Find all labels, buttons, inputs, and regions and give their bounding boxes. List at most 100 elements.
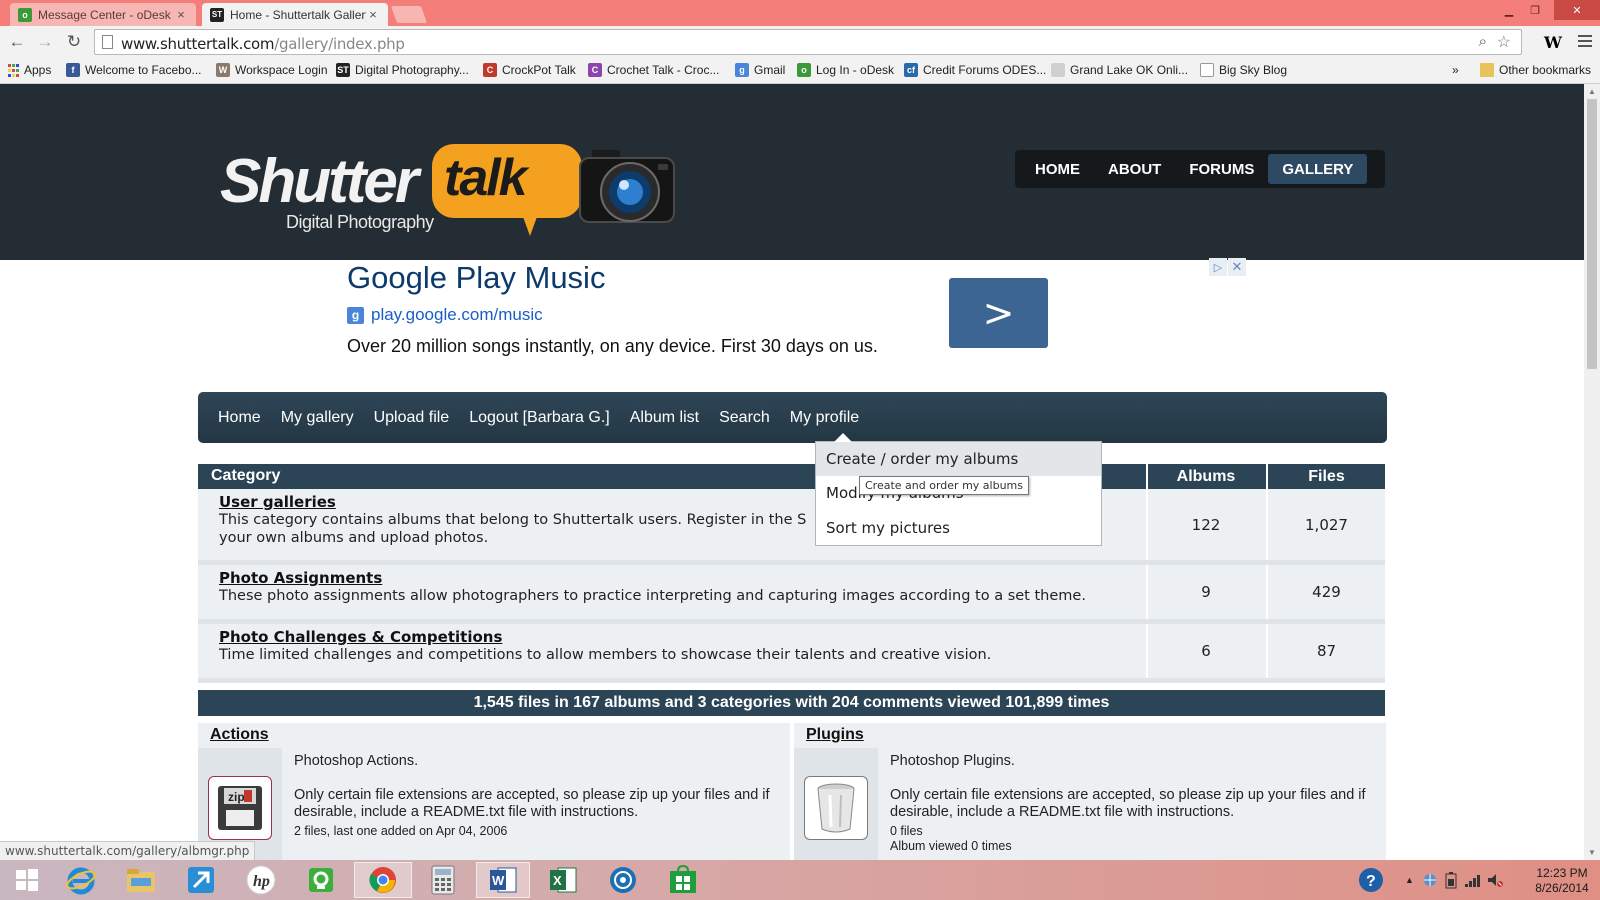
page-icon — [1051, 63, 1065, 77]
taskbar-clock[interactable]: 12:23 PM 8/26/2014 — [1527, 866, 1597, 896]
close-window-icon[interactable]: ✕ — [1554, 0, 1600, 20]
forward-arrow-icon[interactable]: → — [34, 31, 56, 53]
bookmark-item[interactable]: o Log In - oDesk — [797, 63, 894, 77]
wikipedia-extension-icon[interactable]: W — [1544, 33, 1562, 52]
category-description: Time limited challenges and competitions… — [219, 647, 992, 663]
chrome-icon[interactable] — [354, 862, 412, 898]
file-count: 1,027 — [1266, 489, 1385, 560]
album-view-count: Album viewed 0 times — [890, 839, 1012, 853]
show-hidden-icons-icon[interactable]: ▲ — [1405, 860, 1414, 900]
gallery-nav-logout[interactable]: Logout [Barbara G.] — [459, 409, 620, 427]
top-nav-home[interactable]: HOME — [1021, 154, 1094, 184]
album-title-plugins[interactable]: Plugins — [806, 726, 864, 744]
ad-close-icon[interactable]: ✕ — [1228, 258, 1246, 276]
bookmark-item[interactable]: Grand Lake OK Onli... — [1051, 63, 1188, 77]
file-count: 87 — [1266, 624, 1385, 678]
gallery-nav-my-gallery[interactable]: My gallery — [271, 409, 364, 427]
network-share-icon[interactable] — [1422, 860, 1438, 900]
bookmark-item[interactable]: f Welcome to Facebo... — [66, 63, 202, 77]
gallery-nav-upload-file[interactable]: Upload file — [364, 409, 460, 427]
other-bookmarks-folder[interactable]: Other bookmarks — [1480, 63, 1591, 77]
top-nav-forums[interactable]: FORUMS — [1175, 154, 1268, 184]
table-row: Photo Challenges & Competitions Time lim… — [198, 624, 1385, 683]
bookmark-item[interactable]: C CrockPot Talk — [483, 63, 576, 77]
bookmark-item[interactable]: C Crochet Talk - Croc... — [588, 63, 719, 77]
menu-item-create-order-albums[interactable]: Create / order my albums — [816, 442, 1101, 476]
chrome-menu-icon[interactable] — [1578, 35, 1592, 50]
svg-text:X: X — [553, 873, 562, 888]
word-icon[interactable]: W — [476, 862, 530, 898]
scrollbar-thumb[interactable] — [1587, 99, 1597, 369]
internet-explorer-icon[interactable] — [54, 862, 108, 898]
album-description: Photoshop Actions. — [294, 753, 419, 769]
bookmark-label: Grand Lake OK Onli... — [1070, 63, 1189, 77]
bookmarks-bar: Apps f Welcome to Facebo... W Workspace Log… — [0, 58, 1600, 84]
folder-icon — [1480, 63, 1494, 77]
back-arrow-icon[interactable]: ← — [6, 31, 28, 53]
hp-icon[interactable]: hp — [234, 862, 288, 898]
ad-url-row[interactable]: g play.google.com/music — [347, 305, 543, 325]
ad-headline[interactable]: Google Play Music — [347, 260, 605, 296]
adchoices-icon[interactable]: ▷ — [1209, 258, 1227, 276]
category-link-photo-assignments[interactable]: Photo Assignments — [219, 569, 1119, 587]
new-tab-button[interactable] — [390, 6, 428, 23]
gallery-nav-album-list[interactable]: Album list — [620, 409, 709, 427]
help-tray-icon[interactable]: ? — [1356, 860, 1386, 900]
excel-icon[interactable]: X — [536, 862, 590, 898]
page-scrollbar[interactable]: ▲ ▼ — [1584, 84, 1600, 860]
bookmark-item[interactable]: cf Credit Forums ODES... — [904, 63, 1046, 77]
restore-icon[interactable]: ❐ — [1522, 0, 1548, 20]
top-nav-gallery[interactable]: GALLERY — [1268, 154, 1368, 184]
bookmark-item[interactable]: Big Sky Blog — [1200, 63, 1287, 77]
pinned-app-icon[interactable] — [174, 862, 228, 898]
category-link-photo-challenges[interactable]: Photo Challenges & Competitions — [219, 628, 1119, 646]
bookmark-item[interactable]: W Workspace Login — [216, 63, 328, 77]
empty-album-icon[interactable] — [804, 776, 868, 840]
tab-shuttertalk-gallery[interactable]: ST Home - Shuttertalk Gallery × — [202, 3, 388, 26]
file-explorer-icon[interactable] — [114, 862, 168, 898]
address-bar[interactable]: www.shuttertalk.com/gallery/index.php ⌕ … — [94, 29, 1522, 55]
ad-go-button[interactable]: > — [949, 278, 1048, 348]
clock-time: 12:23 PM — [1536, 866, 1588, 880]
zoom-icon[interactable]: ⌕ — [1479, 33, 1487, 50]
close-tab-icon[interactable]: × — [174, 7, 188, 22]
bookmark-label: Welcome to Facebo... — [85, 63, 202, 77]
calculator-icon[interactable] — [416, 862, 470, 898]
minimize-icon[interactable]: ▁ — [1498, 0, 1520, 20]
apps-shortcut[interactable]: Apps — [8, 63, 51, 77]
svg-text:zip: zip — [228, 790, 245, 804]
album-file-count: 0 files — [890, 824, 923, 838]
tab-message-center[interactable]: o Message Center - oDesk × — [10, 3, 196, 26]
bookmark-item[interactable]: g Gmail — [735, 63, 785, 77]
close-tab-icon[interactable]: × — [366, 7, 380, 22]
media-app-icon[interactable] — [596, 862, 650, 898]
windows-store-icon[interactable] — [656, 862, 710, 898]
logo-tagline: Digital Photography — [286, 212, 434, 232]
gallery-nav-search[interactable]: Search — [709, 409, 780, 427]
credit-icon: cf — [904, 63, 918, 77]
browser-toolbar: ← → ↻ www.shuttertalk.com/gallery/index.… — [0, 26, 1600, 58]
svg-text:hp: hp — [253, 873, 270, 890]
gallery-nav-home[interactable]: Home — [208, 409, 271, 427]
workspace-icon: W — [216, 63, 230, 77]
windows-start-icon[interactable] — [0, 862, 54, 898]
bookmark-item[interactable]: ST Digital Photography... — [336, 63, 469, 77]
gallery-nav-my-profile[interactable]: My profile — [780, 409, 869, 427]
scroll-down-icon[interactable]: ▼ — [1588, 848, 1596, 857]
scroll-up-icon[interactable]: ▲ — [1588, 87, 1596, 96]
zip-file-icon[interactable]: zip — [208, 776, 272, 840]
wifi-signal-icon[interactable] — [1464, 860, 1482, 900]
album-title-actions[interactable]: Actions — [210, 726, 269, 744]
bookmarks-overflow-button[interactable]: » — [1452, 63, 1459, 77]
battery-icon[interactable] — [1444, 860, 1458, 900]
top-nav-about[interactable]: ABOUT — [1094, 154, 1175, 184]
ad-url[interactable]: play.google.com/music — [371, 305, 543, 325]
shuttertalk-logo[interactable]: Shutter talk Digital Photography — [220, 140, 680, 245]
browser-titlebar: o Message Center - oDesk × ST Home - Shu… — [0, 0, 1600, 26]
bookmark-star-icon[interactable]: ☆ — [1497, 32, 1511, 52]
menu-item-sort-pictures[interactable]: Sort my pictures — [816, 511, 1101, 545]
reload-icon[interactable]: ↻ — [63, 31, 85, 53]
volume-muted-icon[interactable] — [1486, 860, 1504, 900]
odesk-team-icon[interactable] — [294, 862, 348, 898]
header-category: Category — [211, 467, 281, 484]
